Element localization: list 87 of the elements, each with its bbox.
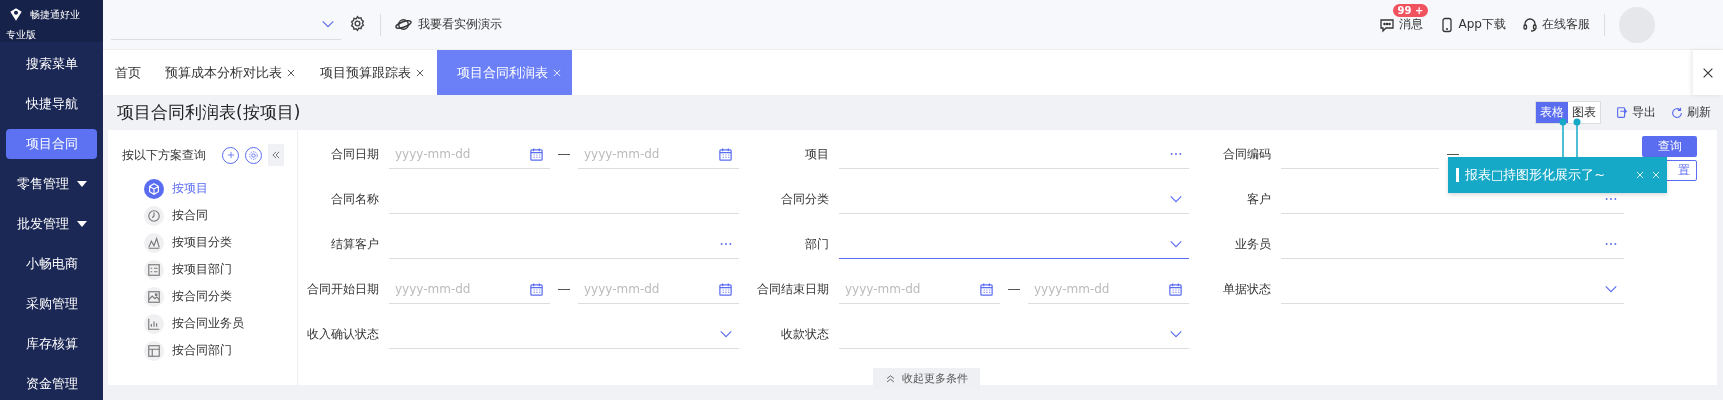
chevron-up-icon (885, 373, 896, 384)
layout-icon (147, 343, 161, 358)
sidebar-item[interactable]: 搜索菜单 (0, 44, 103, 84)
scheme-item[interactable]: 按项目部门 (144, 256, 297, 283)
chat-icon (1378, 16, 1395, 33)
range-dash (1447, 153, 1459, 156)
count-badge: 99 + (1392, 4, 1429, 17)
app-download-link[interactable]: App下载 (1458, 16, 1506, 33)
range-dash (558, 288, 570, 291)
scheme-item[interactable]: 按合同分类 (144, 283, 297, 310)
calendar-icon (1168, 281, 1183, 297)
sidebar-item[interactable]: 项目合同 (6, 129, 97, 159)
tab[interactable]: 预算成本分析对比表 (153, 50, 308, 95)
field-label: 收入确认状态 (306, 326, 380, 343)
close-icon (286, 67, 296, 78)
refresh-icon (1670, 105, 1684, 120)
date-field[interactable]: yyyy-mm-dd (1028, 275, 1189, 304)
clock-icon (147, 208, 161, 223)
field-label: 业务员 (1234, 236, 1272, 253)
field-label: 合同名称 (330, 191, 380, 208)
date-field[interactable]: yyyy-mm-dd (839, 275, 1000, 304)
calendar-icon (718, 146, 733, 162)
scheme-item[interactable]: 按合同部门 (144, 337, 297, 364)
sidebar-item[interactable]: 库存核算 (0, 324, 103, 364)
demo-link[interactable]: 我要看实例演示 (418, 16, 502, 33)
field-label: 合同结束日期 (756, 281, 830, 298)
settings-icon (248, 149, 259, 161)
field-label: 收款状态 (780, 326, 830, 343)
tooltip-text: 报表□持图形化展示了~ (1465, 166, 1607, 184)
page-title: 项目合同利润表(按项目) (117, 101, 301, 124)
calendar-icon (529, 281, 544, 297)
sidebar-item[interactable]: 快捷导航 (0, 84, 103, 124)
scheme-item[interactable]: 按项目 (144, 175, 297, 202)
collapse-button[interactable] (268, 144, 284, 166)
scheme-item[interactable]: 按项目分类 (144, 229, 297, 256)
field-label: 合同日期 (330, 146, 380, 163)
scheme-item[interactable]: 按合同 (144, 202, 297, 229)
search-button[interactable]: 查询 (1642, 136, 1697, 157)
line-chart-icon (147, 235, 161, 250)
action-link[interactable]: 刷新 (1687, 104, 1711, 121)
tab[interactable]: 首页 (103, 50, 153, 95)
sidebar-item[interactable]: 小畅电商 (0, 244, 103, 284)
view-toggle[interactable]: 图表 (1568, 102, 1600, 123)
action-link[interactable]: 导出 (1632, 104, 1656, 121)
list-icon (147, 262, 161, 277)
field-label: 客户 (1246, 191, 1272, 208)
sidebar-item[interactable]: 零售管理 (0, 164, 103, 204)
close-icon (552, 67, 562, 78)
field-label: 结算客户 (330, 236, 380, 253)
close-icon (1651, 170, 1661, 180)
brand-name: 畅捷通好业 (30, 8, 80, 22)
field-label: 部门 (804, 236, 830, 253)
field-label: 单据状态 (1222, 281, 1272, 298)
field-label: 合同开始日期 (306, 281, 380, 298)
range-dash (558, 153, 570, 156)
field-label: 合同分类 (780, 191, 830, 208)
support-link[interactable]: 在线客服 (1542, 16, 1590, 33)
view-toggle[interactable]: 表格 (1536, 102, 1568, 123)
field-label: 项目 (804, 146, 830, 163)
calendar-icon (529, 146, 544, 162)
range-dash (1008, 288, 1020, 291)
calendar-icon (718, 281, 733, 297)
date-field[interactable]: yyyy-mm-dd (389, 140, 550, 169)
sidebar-item[interactable]: 批发管理 (0, 204, 103, 244)
double-chevron-icon (271, 150, 281, 160)
date-field[interactable]: yyyy-mm-dd (578, 140, 739, 169)
close-icon (415, 67, 425, 78)
sidebar-item[interactable]: 采购管理 (0, 284, 103, 324)
scheme-item[interactable]: 按合同业务员 (144, 310, 297, 337)
plus-icon (225, 150, 236, 160)
image-icon (147, 289, 161, 304)
edition-label: 专业版 (6, 28, 37, 42)
calendar-icon (979, 281, 994, 297)
messages-link[interactable]: 消息 (1398, 16, 1423, 33)
date-field[interactable]: yyyy-mm-dd (578, 275, 739, 304)
settings-icon (349, 14, 366, 32)
cube-icon (147, 181, 161, 196)
tab[interactable]: 项目预算跟踪表 (308, 50, 437, 95)
close-icon (1635, 170, 1645, 180)
headset-icon (1522, 16, 1538, 33)
sidebar-item[interactable]: 资金管理 (0, 364, 103, 400)
schemes-title: 按以下方案查询 (122, 146, 206, 164)
bar-chart-icon (147, 316, 161, 331)
planet-icon (395, 16, 412, 33)
export-icon (1615, 105, 1629, 120)
date-field[interactable]: yyyy-mm-dd (389, 275, 550, 304)
field-label: 合同编码 (1222, 146, 1272, 163)
